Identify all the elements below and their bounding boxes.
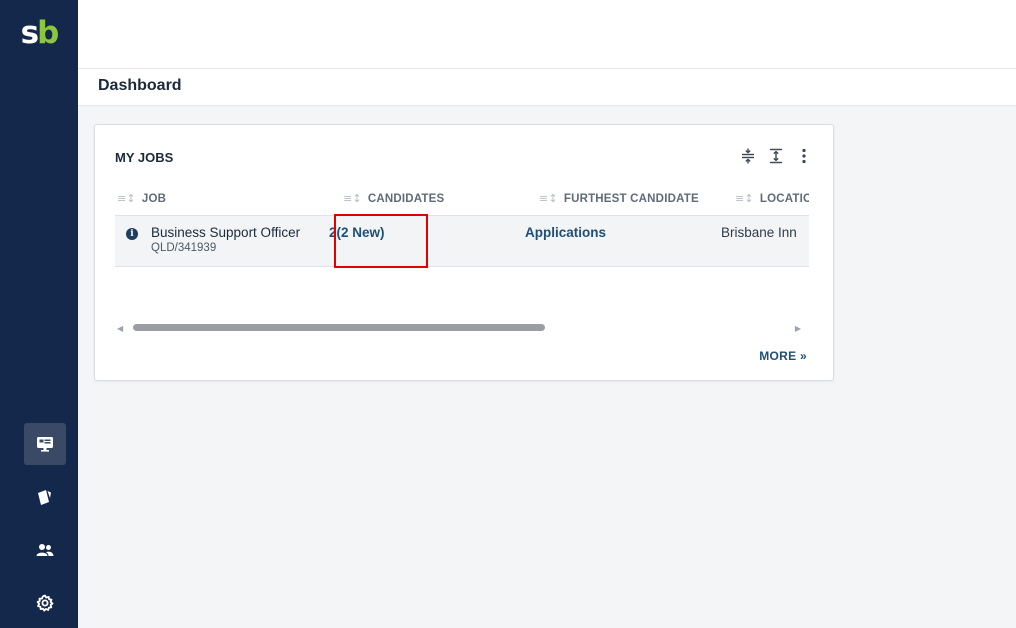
candidates-link[interactable]: 2(2 New) (329, 225, 385, 240)
gear-icon (36, 594, 54, 612)
expand-rows-button[interactable] (769, 147, 783, 165)
sidebar-item-cards[interactable] (24, 476, 66, 518)
sidebar-item-settings[interactable] (24, 582, 66, 624)
page-header: Dashboard (78, 69, 1016, 106)
location-cell: Brisbane Inn (721, 225, 797, 240)
my-jobs-widget: MY JOBS ≡↕ JOB ≡↕ CANDIDATES ≡↕ FURTHEST… (94, 124, 834, 381)
job-reference: QLD/341939 (151, 242, 217, 254)
widget-toolbar (741, 147, 811, 165)
collapse-rows-button[interactable] (741, 147, 755, 165)
column-header-job[interactable]: ≡↕ JOB (117, 192, 166, 205)
info-icon[interactable]: i (126, 228, 138, 240)
sort-icon: ≡↕ (117, 192, 136, 205)
page-title: Dashboard (98, 77, 182, 94)
column-header-furthest-candidate[interactable]: ≡↕ FURTHEST CANDIDATE (539, 192, 699, 205)
logo-letter-b: b (37, 15, 59, 51)
more-vertical-icon (802, 148, 806, 164)
sidebar-item-dashboard[interactable] (24, 423, 66, 465)
sidebar-item-people[interactable] (24, 529, 66, 571)
column-label: FURTHEST CANDIDATE (563, 192, 699, 205)
more-options-button[interactable] (797, 147, 811, 165)
scroll-left-arrow-icon[interactable]: ◀ (117, 324, 123, 333)
table-header: ≡↕ JOB ≡↕ CANDIDATES ≡↕ FURTHEST CANDIDA… (115, 185, 809, 216)
column-header-candidates[interactable]: ≡↕ CANDIDATES (343, 192, 444, 205)
sidebar: sb (0, 0, 78, 628)
column-label: LOCATIOI (759, 192, 809, 205)
jobs-table: ≡↕ JOB ≡↕ CANDIDATES ≡↕ FURTHEST CANDIDA… (115, 185, 809, 267)
column-label: JOB (141, 192, 167, 205)
brand-logo[interactable]: sb (0, 0, 78, 66)
job-title[interactable]: Business Support Officer (151, 225, 300, 240)
expand-rows-icon (770, 148, 782, 164)
monitor-icon (37, 437, 53, 452)
app-frame: sb Dashboard MY JOBS ≡↕ JOB ≡↕ CANDIDATE… (0, 0, 1016, 628)
collapse-rows-icon (742, 148, 754, 164)
furthest-candidate-link[interactable]: Applications (525, 225, 606, 240)
column-header-location[interactable]: ≡↕ LOCATIOI (735, 192, 809, 205)
widget-title: MY JOBS (115, 150, 174, 165)
sort-icon: ≡↕ (343, 192, 362, 205)
sort-icon: ≡↕ (735, 192, 754, 205)
logo-letter-s: s (20, 15, 40, 51)
more-link[interactable]: MORE » (759, 349, 807, 363)
top-bar (78, 0, 1016, 69)
horizontal-scrollbar[interactable]: ◀ ▶ (115, 321, 809, 335)
scrollbar-thumb[interactable] (133, 324, 545, 331)
sort-icon: ≡↕ (539, 192, 558, 205)
column-label: CANDIDATES (367, 192, 445, 205)
cards-icon (38, 490, 51, 505)
scroll-right-arrow-icon[interactable]: ▶ (795, 324, 801, 333)
table-row[interactable]: i Business Support Officer QLD/341939 2(… (115, 216, 809, 267)
people-icon (36, 544, 54, 556)
